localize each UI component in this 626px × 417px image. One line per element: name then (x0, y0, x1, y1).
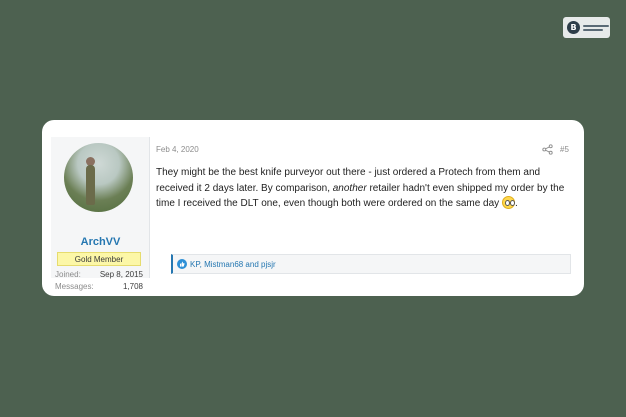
rolling-eyes-emoji-icon (501, 196, 515, 209)
avatar[interactable] (64, 143, 133, 212)
body-trailing: . (514, 198, 518, 209)
username[interactable]: ArchVV (51, 236, 150, 248)
post-date[interactable]: Feb 4, 2020 (156, 145, 199, 154)
messages-value[interactable]: 1,708 (123, 282, 143, 291)
joined-label: Joined: (55, 270, 81, 279)
joined-value: Sep 8, 2015 (99, 270, 143, 279)
messages-label: Messages: (55, 282, 94, 291)
reactions-users[interactable]: KP, Mistman68 and pjsjr (190, 260, 276, 269)
post-body: They might be the best knife purveyor ou… (156, 165, 574, 212)
post-number-link[interactable]: #5 (560, 145, 569, 154)
user-title-badge: Gold Member (57, 252, 141, 266)
site-logo: B (563, 17, 610, 38)
joined-stat: Joined: Sep 8, 2015 (55, 270, 143, 279)
like-icon (177, 259, 187, 269)
messages-stat: Messages: 1,708 (55, 282, 143, 291)
logo-mark-icon: B (567, 21, 580, 34)
logo-wordmark (583, 24, 609, 31)
share-icon[interactable] (542, 144, 553, 155)
forum-post: ArchVV Gold Member Joined: Sep 8, 2015 M… (42, 120, 584, 296)
user-sidebar: ArchVV Gold Member Joined: Sep 8, 2015 M… (51, 137, 150, 291)
body-emphasis: another (332, 182, 367, 194)
reactions-bar[interactable]: KP, Mistman68 and pjsjr (171, 254, 571, 274)
